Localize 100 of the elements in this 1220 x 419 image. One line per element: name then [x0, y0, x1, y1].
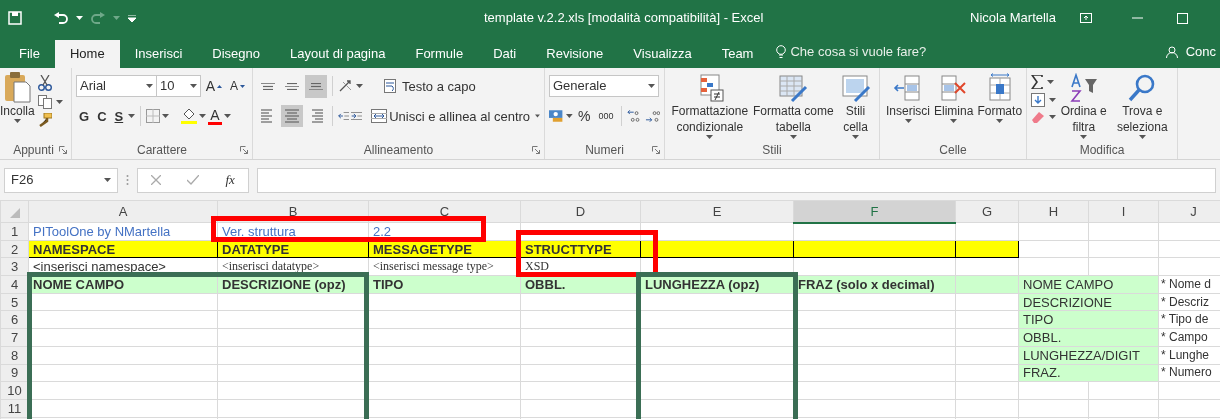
launcher-icon[interactable] — [652, 146, 660, 154]
increase-indent-icon[interactable] — [350, 109, 363, 123]
caret-icon[interactable] — [904, 119, 912, 123]
customize-icon[interactable] — [128, 14, 136, 22]
number-format-select[interactable]: Generale — [549, 75, 659, 97]
caret-icon[interactable] — [852, 135, 860, 139]
column-header[interactable]: D — [520, 200, 641, 223]
fill-down-icon[interactable] — [1031, 93, 1045, 107]
caret-icon[interactable] — [199, 114, 207, 118]
ribbon-display-icon[interactable] — [1080, 13, 1092, 23]
ribbon-tab[interactable]: Inserisci — [119, 40, 198, 68]
launcher-icon[interactable] — [59, 146, 67, 154]
underline-button[interactable]: S — [111, 107, 127, 125]
caret-icon[interactable] — [566, 114, 573, 118]
ribbon-tab[interactable]: Revisione — [531, 40, 619, 68]
column-header[interactable]: I — [1088, 200, 1159, 223]
caret-icon[interactable] — [189, 84, 197, 88]
caret-icon[interactable] — [223, 114, 231, 118]
maximize-icon[interactable] — [1177, 12, 1188, 24]
tell-me-field[interactable]: Che cosa si vuole fare? — [790, 42, 927, 62]
caret-icon[interactable] — [1047, 80, 1054, 84]
thousands-button[interactable]: 000 — [595, 109, 617, 123]
cut-icon[interactable] — [37, 75, 52, 91]
wrap-text-button[interactable]: Testo a capo — [381, 76, 479, 96]
ribbon-tab[interactable]: Home — [54, 40, 120, 68]
caret-icon[interactable] — [535, 114, 540, 118]
shrink-font-button[interactable]: A — [227, 78, 248, 94]
currency-icon[interactable] — [549, 109, 565, 123]
caret-icon[interactable] — [1080, 135, 1088, 139]
caret-icon[interactable] — [55, 100, 63, 104]
copy-icon[interactable] — [37, 95, 52, 109]
delete-button[interactable]: Elimina — [932, 71, 976, 141]
caret-icon[interactable] — [104, 178, 111, 182]
paste-button[interactable]: Incolla — [0, 71, 35, 141]
orientation-icon[interactable] — [338, 79, 354, 93]
caret-icon[interactable] — [1049, 115, 1056, 119]
font-name-select[interactable]: Arial — [76, 75, 158, 97]
caret-icon[interactable] — [996, 119, 1004, 123]
font-size-select[interactable]: 10 — [156, 75, 201, 97]
sum-icon[interactable] — [1031, 75, 1043, 89]
ribbon-tab[interactable]: Disegno — [197, 40, 276, 68]
paste-icon[interactable] — [3, 71, 32, 103]
ribbon-tab[interactable]: File — [4, 40, 55, 68]
formula-field[interactable] — [257, 167, 1216, 193]
launcher-icon[interactable] — [532, 146, 540, 154]
column-header[interactable]: E — [640, 200, 794, 223]
column-header[interactable]: A — [28, 200, 218, 223]
caret-icon[interactable] — [706, 135, 714, 139]
caret-icon[interactable] — [789, 135, 797, 139]
caret-icon[interactable] — [1138, 135, 1146, 139]
ribbon-tab[interactable]: Formule — [400, 40, 479, 68]
up-triangle-icon — [217, 84, 222, 88]
column-header[interactable]: J — [1158, 200, 1220, 223]
person-icon[interactable] — [1165, 46, 1178, 58]
sort-filter-button[interactable]: Ordina e filtra — [1058, 71, 1110, 141]
ribbon-tab[interactable]: Team — [706, 40, 769, 68]
ribbon-tab[interactable]: Visualizza — [618, 40, 707, 68]
name-box[interactable]: F26 — [4, 167, 118, 193]
column-header[interactable]: F — [793, 200, 956, 223]
caret-icon[interactable] — [1049, 98, 1056, 102]
caret-icon[interactable] — [356, 84, 363, 88]
ribbon-tab[interactable]: Dati — [478, 40, 532, 68]
insert-function-button[interactable]: fx — [225, 170, 235, 190]
find-select-button[interactable]: Trova e seleziona — [1111, 71, 1173, 141]
format-table-button[interactable]: Formatta come tabella — [750, 71, 837, 141]
format-button[interactable]: Formato — [975, 71, 1025, 141]
cell-styles-button[interactable]: Stili cella — [836, 71, 875, 141]
drag-handle-icon[interactable] — [126, 174, 129, 186]
font-color-button[interactable]: A — [208, 107, 222, 125]
caret-icon[interactable] — [648, 84, 655, 88]
grow-font-button[interactable]: A — [202, 77, 225, 95]
delete-cells-icon — [938, 73, 969, 103]
share-button[interactable]: Conc — [1185, 42, 1216, 62]
bold-button[interactable]: G — [76, 107, 93, 125]
corner-icon — [9, 207, 20, 218]
ribbon-tab[interactable]: Layout di pagina — [275, 40, 401, 68]
italic-button[interactable]: C — [94, 107, 110, 125]
lightbulb-icon[interactable] — [776, 45, 787, 59]
conditional-formatting-button[interactable]: Formattazione condizionale — [669, 71, 751, 141]
align-middle-icon — [285, 82, 299, 90]
insert-button[interactable]: Inserisci — [884, 71, 932, 141]
column-header[interactable]: G — [955, 200, 1019, 223]
caret-icon[interactable] — [76, 16, 83, 20]
caret-icon[interactable] — [146, 84, 154, 88]
format-painter-icon[interactable] — [37, 113, 52, 127]
fill-color-icon[interactable] — [181, 108, 198, 124]
caret-icon[interactable] — [950, 119, 958, 123]
caret-icon[interactable] — [13, 119, 21, 123]
vertical-align-button[interactable] — [305, 74, 327, 98]
decrease-indent-icon[interactable] — [337, 109, 349, 123]
save-icon[interactable] — [8, 11, 22, 25]
undo-icon[interactable] — [54, 12, 68, 24]
merge-center-button[interactable]: Unisci e allinea al centro — [368, 106, 534, 126]
column-header[interactable]: H — [1018, 200, 1089, 223]
decrease-decimal-icon[interactable] — [644, 109, 660, 123]
group-label: Appunti — [13, 142, 54, 159]
caret-icon[interactable] — [162, 114, 170, 118]
launcher-icon[interactable] — [240, 146, 248, 154]
percent-button[interactable]: % — [575, 107, 594, 125]
caret-icon[interactable] — [128, 114, 136, 118]
